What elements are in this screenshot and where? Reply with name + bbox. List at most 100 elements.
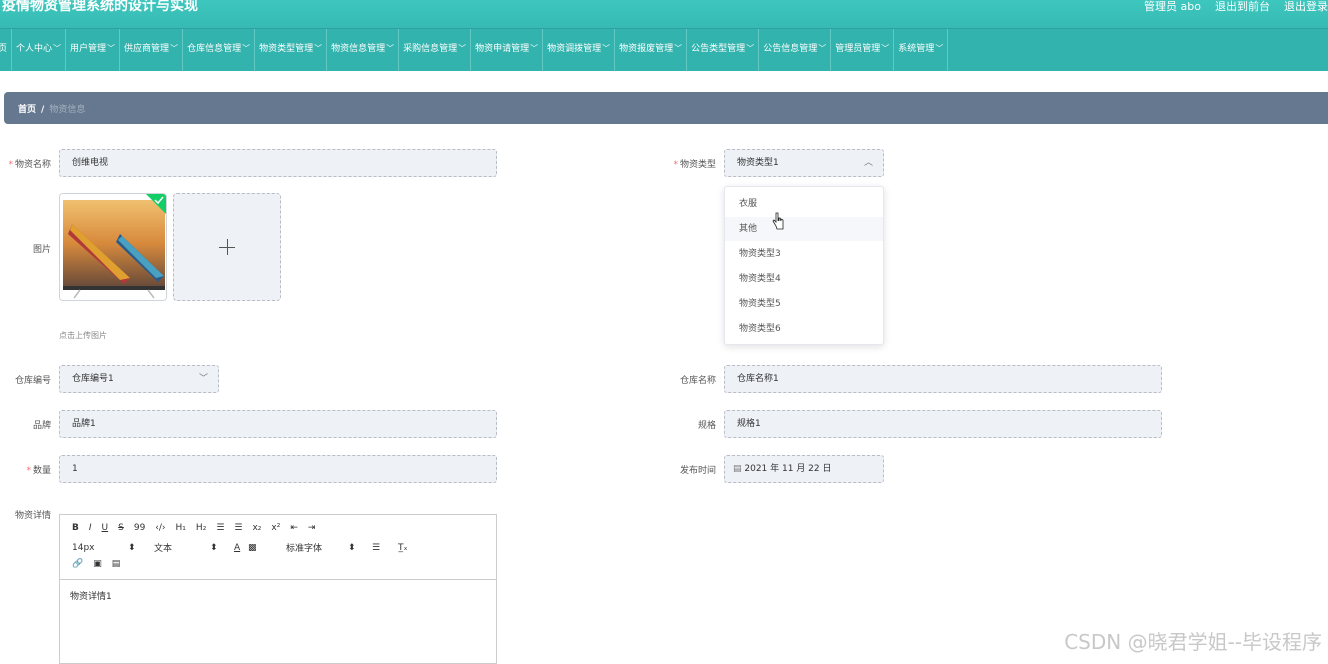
type-select-value: 物资类型1 [737,158,779,168]
chevron-down-icon: ﹀ [242,44,251,53]
background-color-icon[interactable]: ▩ [248,543,286,553]
updown-icon: ⬍ [128,542,136,553]
h1-icon[interactable]: H₁ [176,523,186,533]
type-option[interactable]: 衣服 [725,192,883,216]
type-select[interactable]: 物资类型1 ︿ [724,149,884,177]
nav-item[interactable]: 公告类型管理﹀ [687,29,760,71]
align-icon[interactable]: ☰ [372,543,398,553]
breadcrumb-home[interactable]: 首页 [18,105,36,115]
nav-item-label: 物资报废管理 [619,44,674,54]
app-title: 疫情物资管理系统的设计与实现 [2,0,198,14]
nav-item[interactable]: 供应商管理﹀ [120,29,184,71]
nav-item-label: 物资申请管理 [475,44,530,54]
chevron-down-icon: ﹀ [881,44,890,53]
toolbar-row-font: 14px ⬍ 文本 ⬍ A ▩ 标准字体 ⬍ ☰ T̲ₓ [72,541,408,555]
nav-item[interactable]: 仓库信息管理﹀ [183,29,256,71]
editor-toolbar: B I U S 99 ‹/› H₁ H₂ ☰ ☰ x₂ x² ⇤ ⇥ 14px ⬍ 文本 ⬍ A ▩ 标准… [60,515,496,580]
outdent-icon[interactable]: ⇤ [290,523,298,533]
chevron-down-icon: ﹀ [935,44,944,53]
updown-icon: ⬍ [210,542,218,553]
type-option[interactable]: 其他 [725,217,883,241]
superscript-icon[interactable]: x² [271,523,280,533]
bullet-list-icon[interactable]: ☰ [234,523,242,533]
quote-icon[interactable]: 99 [134,523,145,533]
rich-text-editor[interactable]: B I U S 99 ‹/› H₁ H₂ ☰ ☰ x₂ x² ⇤ ⇥ 14px ⬍ 文本 ⬍ A ▩ 标准… [59,514,497,664]
font-color-icon[interactable]: A [234,543,248,553]
editor-content[interactable]: 物资详情1 [70,589,112,602]
italic-icon[interactable]: I [89,523,92,533]
top-links: 管理员 abo 退出到前台 退出登录 [1144,0,1328,14]
font-size-select[interactable]: 14px [72,543,128,553]
link-icon[interactable]: 🔗 [72,559,83,569]
strikethrough-icon[interactable]: S [118,523,124,533]
font-family-select[interactable]: 标准字体 [286,541,348,554]
upload-add-button[interactable] [173,193,281,301]
nav-item-label: 公告信息管理 [763,44,818,54]
underline-icon[interactable]: U [102,523,109,533]
hand-cursor-icon [772,212,784,230]
tv-image [60,194,166,300]
toolbar-row-insert: 🔗 ▣ ▤ [72,559,120,569]
qty-input[interactable]: 1 [59,455,497,483]
chevron-down-icon: ﹀ [107,44,116,53]
nav-item[interactable]: 物资调拨管理﹀ [543,29,616,71]
nav-item-label: 系统管理 [898,44,935,54]
detail-label: 物资详情 [14,511,51,521]
breadcrumb-current: 物资信息 [49,105,86,115]
watermark: CSDN @晓君学姐--毕设程序 [1064,630,1322,654]
nav-item[interactable]: 物资报废管理﹀ [615,29,688,71]
nav-item-label: 用户管理 [70,44,107,54]
warehouse-name-input[interactable]: 仓库名称1 [724,365,1162,393]
nav-item-label: 物资信息管理 [331,44,386,54]
publish-date-picker[interactable]: ▤ 2021 年 11 月 22 日 [724,455,884,483]
nav-item[interactable]: 管理员管理﹀ [831,29,895,71]
chevron-up-icon: ︿ [863,158,873,168]
front-link[interactable]: 退出到前台 [1215,0,1270,14]
warehouse-no-select[interactable]: 仓库编号1 ﹀ [59,365,219,393]
code-icon[interactable]: ‹/› [155,523,165,533]
warehouse-name-label: 仓库名称 [679,376,716,386]
nav-item[interactable]: 物资申请管理﹀ [471,29,544,71]
chevron-down-icon: ﹀ [818,44,827,53]
type-dropdown: 衣服 其他 物资类型3 物资类型4 物资类型5 物资类型6 [724,186,884,345]
nav-item[interactable]: 用户管理﹀ [66,29,121,71]
type-option[interactable]: 物资类型4 [725,267,883,291]
paragraph-select[interactable]: 文本 [154,541,210,554]
video-icon[interactable]: ▤ [112,559,121,569]
nav-item[interactable]: 物资信息管理﹀ [327,29,400,71]
image-icon[interactable]: ▣ [93,559,102,569]
warehouse-no-value: 仓库编号1 [72,374,114,384]
subscript-icon[interactable]: x₂ [252,523,261,533]
type-option[interactable]: 物资类型5 [725,292,883,316]
spec-input[interactable]: 规格1 [724,410,1162,438]
type-option[interactable]: 物资类型6 [725,317,883,341]
bold-icon[interactable]: B [72,523,79,533]
chevron-down-icon: ﹀ [53,44,62,53]
nav-item-label: 采购信息管理 [403,44,458,54]
h2-icon[interactable]: H₂ [196,523,206,533]
nav-item[interactable]: 系统管理﹀ [894,29,949,71]
type-option[interactable]: 物资类型3 [725,242,883,266]
nav-item[interactable]: 公告信息管理﹀ [759,29,832,71]
ordered-list-icon[interactable]: ☰ [216,523,224,533]
indent-icon[interactable]: ⇥ [308,523,316,533]
upload-hint: 点击上传图片 [59,331,107,340]
nav-item[interactable]: 个人中心﹀ [12,29,67,71]
top-header: 疫情物资管理系统的设计与实现 管理员 abo 退出到前台 退出登录 [0,0,1328,28]
chevron-down-icon: ﹀ [170,44,179,53]
uploaded-image[interactable] [59,193,167,301]
logout-link[interactable]: 退出登录 [1284,0,1328,14]
nav-item[interactable]: 页 [0,29,13,71]
chevron-down-icon: ﹀ [458,44,467,53]
nav-item[interactable]: 物资类型管理﹀ [255,29,328,71]
clear-format-icon[interactable]: T̲ₓ [398,543,408,553]
nav-item[interactable]: 采购信息管理﹀ [399,29,472,71]
user-label[interactable]: 管理员 abo [1144,0,1201,14]
breadcrumb-separator: / [41,105,45,115]
brand-input[interactable]: 品牌1 [59,410,497,438]
nav-item-label: 物资类型管理 [259,44,314,54]
nav-item-label: 个人中心 [16,44,53,54]
name-input[interactable]: 创维电视 [59,149,497,177]
nav-item-label: 管理员管理 [835,44,881,54]
nav-item-label: 供应商管理 [124,44,170,54]
